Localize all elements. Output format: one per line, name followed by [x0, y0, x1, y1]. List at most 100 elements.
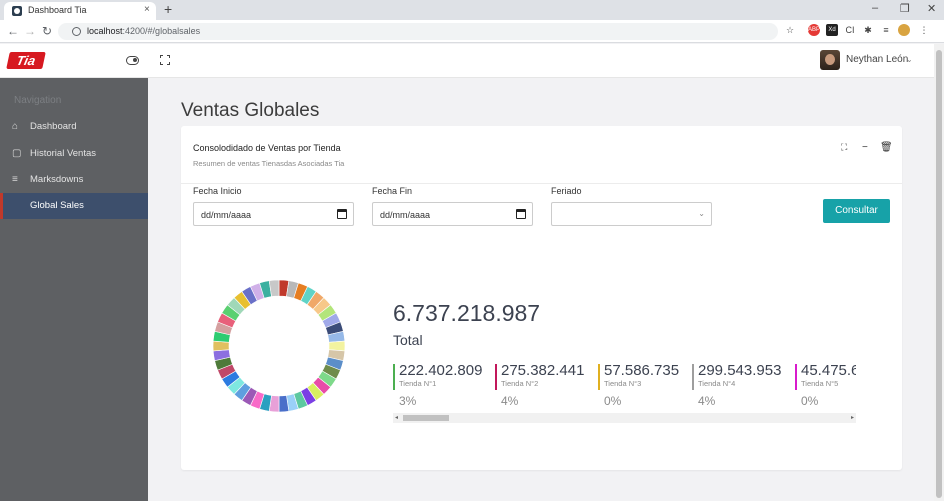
- bookmark-star-icon[interactable]: ☆: [784, 24, 796, 36]
- store-list: 222.402.809 Tienda N°1 3% 275.382.441 Ti…: [393, 362, 856, 408]
- calendar-icon[interactable]: [337, 209, 347, 219]
- sidebar-item-historial-ventas[interactable]: ▢ Historial Ventas: [0, 141, 148, 167]
- new-tab-button[interactable]: +: [164, 1, 172, 17]
- store-percent: 0%: [604, 394, 622, 408]
- consultar-button[interactable]: Consultar: [823, 199, 890, 223]
- url-text[interactable]: localhost:4200/#/globalsales: [87, 26, 200, 36]
- sidebar-item-global-sales[interactable]: Global Sales: [0, 193, 148, 219]
- sales-donut-chart: [212, 279, 346, 413]
- fecha-fin-value: dd/mm/aaaa: [380, 210, 431, 220]
- profile-avatar-icon[interactable]: [898, 24, 910, 36]
- store-item: 299.543.953 Tienda N°4 4%: [692, 362, 796, 408]
- fecha-inicio-value: dd/mm/aaaa: [201, 210, 252, 220]
- store-value: 275.382.441: [501, 362, 585, 379]
- total-label: Total: [393, 332, 423, 348]
- browser-menu-icon[interactable]: ⋮: [918, 24, 930, 36]
- puzzle-extension-icon[interactable]: ✱: [862, 24, 874, 36]
- card-subtitle: Resumen de ventas Tienasdas Asociadas Ti…: [193, 159, 345, 168]
- browser-tabbar: Dashboard Tia × + – ❐ ✕: [0, 0, 944, 20]
- chevron-down-icon[interactable]: ⌄: [906, 55, 913, 64]
- calendar-icon[interactable]: [516, 209, 526, 219]
- browser-tab[interactable]: Dashboard Tia ×: [4, 2, 156, 20]
- avatar[interactable]: [820, 50, 840, 70]
- chevron-down-icon: ⌄: [698, 209, 705, 218]
- forward-arrow-icon[interactable]: →: [24, 24, 36, 38]
- reload-icon[interactable]: ↻: [42, 24, 52, 38]
- browser-toolbar: ← → ↻ localhost:4200/#/globalsales ☆ ABP…: [0, 20, 944, 43]
- store-percent: 4%: [698, 394, 716, 408]
- store-percent: 3%: [399, 394, 417, 408]
- store-color-bar: [598, 364, 600, 390]
- store-value: 299.543.953: [698, 362, 782, 379]
- nav-heading: Navigation: [14, 95, 62, 106]
- tab-favicon-icon: [12, 6, 22, 16]
- card-minimize-icon[interactable]: −: [862, 142, 868, 153]
- user-name[interactable]: Neythan León: [846, 54, 908, 65]
- scroll-left-arrow-icon[interactable]: ◂: [395, 414, 398, 421]
- total-value: 6.737.218.987: [393, 300, 541, 326]
- app-header: Tia Neythan León ⌄: [0, 44, 934, 78]
- sales-card: Consolodidado de Ventas por Tienda Resum…: [181, 126, 902, 470]
- page-scrollbar-thumb[interactable]: [936, 50, 942, 498]
- store-percent: 4%: [501, 394, 519, 408]
- sidebar-item-label: Marksdowns: [30, 174, 84, 185]
- store-name: Tienda N°4: [698, 379, 736, 388]
- store-name: Tienda N°5: [801, 379, 839, 388]
- queue-extension-icon[interactable]: ≡: [880, 24, 892, 36]
- store-name: Tienda N°3: [604, 379, 642, 388]
- store-value: 45.475.6: [801, 362, 856, 379]
- address-bar[interactable]: localhost:4200/#/globalsales: [58, 23, 778, 40]
- tab-title: Dashboard Tia: [28, 5, 87, 15]
- donut-slice: [212, 340, 230, 352]
- fecha-fin-input[interactable]: dd/mm/aaaa: [372, 202, 533, 226]
- donut-slice: [328, 340, 346, 352]
- fecha-fin-label: Fecha Fin: [372, 186, 413, 196]
- fecha-inicio-input[interactable]: dd/mm/aaaa: [193, 202, 354, 226]
- sidebar-toggle-icon[interactable]: [126, 56, 139, 65]
- page-scrollbar[interactable]: [934, 44, 944, 501]
- store-name: Tienda N°1: [399, 379, 437, 388]
- sidebar-item-label: Global Sales: [30, 200, 84, 211]
- sidebar-item-dashboard[interactable]: ⌂ Dashboard: [0, 114, 148, 140]
- card-divider: [181, 183, 902, 184]
- store-item: 45.475.6 Tienda N°5 0%: [795, 362, 856, 408]
- adblock-extension-icon[interactable]: ABP: [808, 24, 820, 36]
- feriado-select[interactable]: ⌄: [551, 202, 712, 226]
- minimize-button[interactable]: –: [872, 2, 878, 14]
- menu-icon: ≡: [12, 174, 18, 185]
- store-color-bar: [495, 364, 497, 390]
- scroll-right-arrow-icon[interactable]: ▸: [851, 414, 854, 421]
- card-expand-icon[interactable]: ⛶: [841, 142, 847, 153]
- page-title: Ventas Globales: [181, 100, 320, 121]
- fecha-inicio-label: Fecha Inicio: [193, 186, 242, 196]
- document-icon: ▢: [12, 148, 22, 159]
- tab-close-icon[interactable]: ×: [144, 4, 150, 15]
- sidebar-item-label: Dashboard: [30, 121, 77, 132]
- store-name: Tienda N°2: [501, 379, 539, 388]
- back-arrow-icon[interactable]: ←: [7, 24, 19, 38]
- store-item: 275.382.441 Tienda N°2 4%: [495, 362, 599, 408]
- fullscreen-icon[interactable]: [160, 55, 170, 65]
- card-title: Consolodidado de Ventas por Tienda: [193, 143, 341, 153]
- store-percent: 0%: [801, 394, 819, 408]
- store-value: 57.586.735: [604, 362, 680, 379]
- restore-button[interactable]: ❐: [900, 2, 910, 15]
- card-delete-icon[interactable]: 🗑: [880, 142, 893, 153]
- tia-logo[interactable]: Tia: [6, 52, 46, 69]
- store-list-scrollbar-thumb[interactable]: [403, 415, 449, 421]
- store-color-bar: [795, 364, 797, 390]
- store-color-bar: [393, 364, 395, 390]
- store-item: 222.402.809 Tienda N°1 3%: [393, 362, 497, 408]
- sidebar-item-marksdowns[interactable]: ≡ Marksdowns: [0, 167, 148, 193]
- store-item: 57.586.735 Tienda N°3 0%: [598, 362, 702, 408]
- store-list-scrollbar[interactable]: ◂ ▸: [393, 413, 856, 423]
- close-window-button[interactable]: ✕: [927, 2, 936, 15]
- ci-extension-icon[interactable]: CI: [844, 24, 856, 36]
- store-value: 222.402.809: [399, 362, 483, 379]
- sidebar-item-label: Historial Ventas: [30, 148, 97, 159]
- xd-extension-icon[interactable]: Xd: [826, 24, 838, 36]
- home-icon: ⌂: [12, 121, 19, 132]
- site-info-icon[interactable]: [72, 27, 81, 36]
- store-color-bar: [692, 364, 694, 390]
- sidebar: Navigation ⌂ Dashboard ▢ Historial Venta…: [0, 78, 148, 501]
